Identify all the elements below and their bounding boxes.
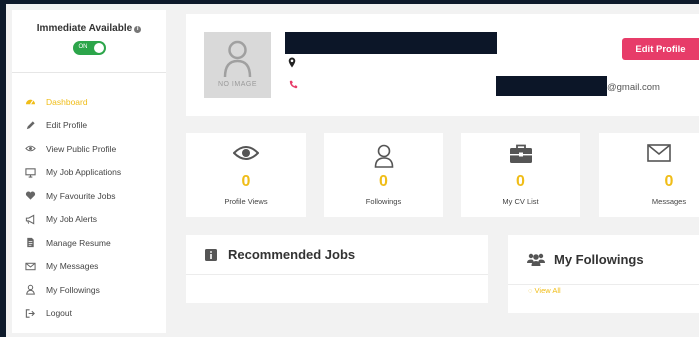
sidebar-item-label: My Job Alerts <box>46 214 98 225</box>
view-all-link[interactable]: ◌ View All <box>528 286 561 295</box>
toggle-label: ON <box>78 44 88 50</box>
megaphone-icon <box>24 214 36 225</box>
stat-value: 0 <box>516 173 525 190</box>
users-icon <box>527 253 545 266</box>
avatar-user-icon <box>223 40 252 78</box>
sidebar-item-label: Logout <box>46 308 72 319</box>
avatar: NO IMAGE <box>204 32 271 98</box>
briefcase-icon <box>509 144 532 163</box>
sidebar-item-label: My Favourite Jobs <box>46 190 116 201</box>
user-icon <box>24 284 36 295</box>
eye-icon <box>24 143 36 154</box>
sidebar-item-label: My Job Applications <box>46 167 122 178</box>
availability-title-text: Immediate Available <box>36 23 133 34</box>
location-pin-icon <box>288 57 296 68</box>
no-image-text: NO IMAGE <box>217 81 257 88</box>
sidebar-item-dashboard[interactable]: Dashboard <box>12 90 166 114</box>
heart-icon <box>24 190 36 201</box>
stat-label: Profile Views <box>224 197 268 206</box>
stat-value: 0 <box>664 173 674 190</box>
file-icon <box>24 237 36 248</box>
sidebar-item-my-job-alerts[interactable]: My Job Alerts <box>12 208 166 232</box>
dashboard-icon <box>24 96 36 107</box>
stat-value: 0 <box>241 173 251 190</box>
sidebar-item-label: Edit Profile <box>46 120 88 131</box>
sidebar-item-logout[interactable]: Logout <box>12 302 166 326</box>
my-followings-panel: My Followings ◌ View All <box>508 235 699 313</box>
toggle-knob <box>93 43 104 53</box>
panel-title: Recommended Jobs <box>228 247 356 262</box>
pencil-icon <box>24 120 36 131</box>
availability-title: Immediate Available i <box>12 23 166 34</box>
sidebar-item-edit-profile[interactable]: Edit Profile <box>12 114 166 138</box>
user-icon <box>374 144 393 168</box>
sidebar-item-label: View Public Profile <box>46 143 117 154</box>
eye-icon <box>233 146 259 160</box>
profile-card: NO IMAGE @gmail.com Edit Profile <box>186 14 699 116</box>
availability-section: Immediate Available i ON <box>12 10 166 73</box>
phone-icon <box>289 80 298 89</box>
stat-followings[interactable]: 0 Followings <box>324 133 443 217</box>
redacted-email <box>496 76 607 96</box>
sidebar: Immediate Available i ON Dashboard Edit P… <box>12 10 166 333</box>
edit-profile-button[interactable]: Edit Profile <box>622 38 699 60</box>
sidebar-item-my-favourite-jobs[interactable]: My Favourite Jobs <box>12 184 166 208</box>
sidebar-item-label: My Followings <box>46 284 100 295</box>
email-suffix: @gmail.com <box>607 82 660 93</box>
info-square-icon <box>205 248 217 261</box>
sidebar-item-my-followings[interactable]: My Followings <box>12 278 166 302</box>
view-all-label: View All <box>534 286 561 295</box>
redacted-name <box>285 32 497 54</box>
stat-label: Messages <box>651 197 687 206</box>
stat-label: My CV List <box>502 197 539 206</box>
sidebar-item-label: My Messages <box>46 261 99 272</box>
panel-title: My Followings <box>554 252 644 267</box>
sidebar-menu: Dashboard Edit Profile View Public Profi… <box>12 73 166 325</box>
sidebar-item-label: Manage Resume <box>46 237 111 248</box>
logout-icon <box>24 308 36 319</box>
stat-my-cv-list[interactable]: 0 My CV List <box>461 133 580 217</box>
envelope-icon <box>24 261 36 272</box>
sidebar-item-label: Dashboard <box>46 96 88 107</box>
stat-value: 0 <box>379 173 388 190</box>
availability-toggle[interactable]: ON <box>72 41 106 55</box>
sidebar-item-manage-resume[interactable]: Manage Resume <box>12 231 166 255</box>
sidebar-item-view-public-profile[interactable]: View Public Profile <box>12 137 166 161</box>
monitor-icon <box>24 167 36 178</box>
stat-profile-views[interactable]: 0 Profile Views <box>186 133 306 217</box>
info-icon[interactable]: i <box>134 26 142 33</box>
panel-header: My Followings <box>508 235 699 285</box>
sidebar-item-my-job-applications[interactable]: My Job Applications <box>12 161 166 185</box>
envelope-icon <box>647 144 671 162</box>
stat-label: Followings <box>365 197 402 206</box>
stat-messages[interactable]: 0 Messages <box>599 133 699 217</box>
panel-header: Recommended Jobs <box>186 235 488 275</box>
sidebar-item-my-messages[interactable]: My Messages <box>12 255 166 279</box>
recommended-jobs-panel: Recommended Jobs <box>186 235 488 303</box>
